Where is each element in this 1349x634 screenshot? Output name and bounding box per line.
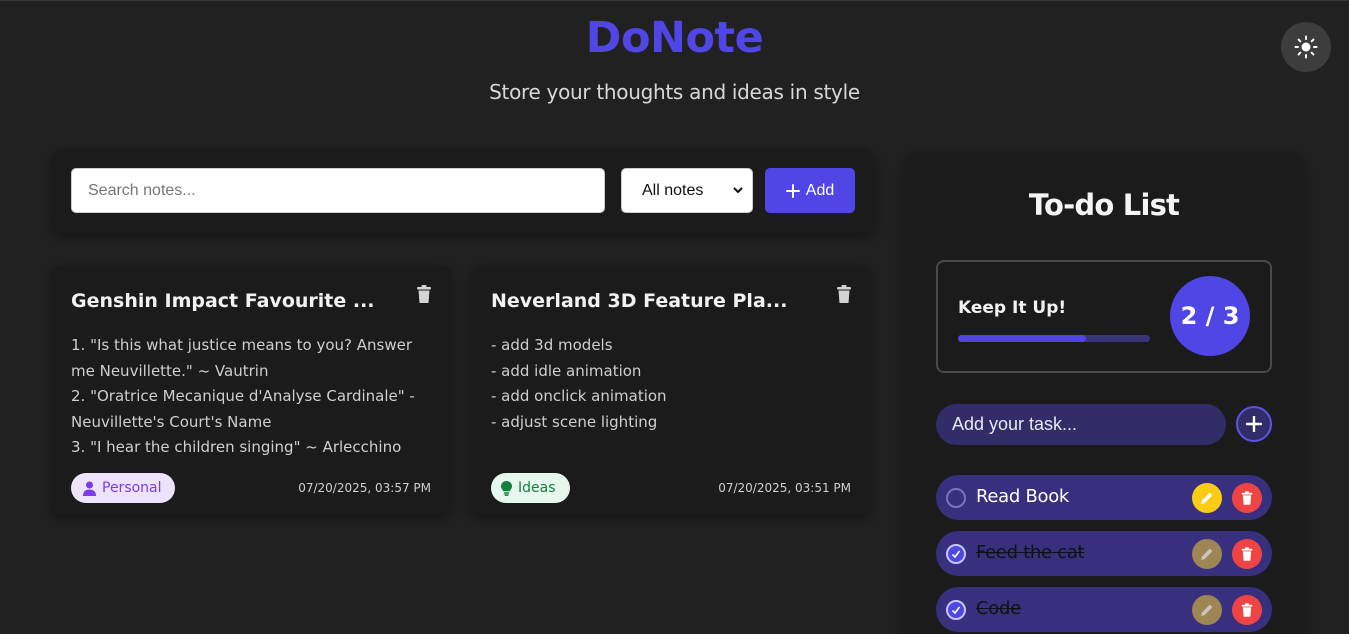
trash-icon[interactable] [416,285,432,303]
search-input[interactable] [71,168,605,213]
note-title: Genshin Impact Favourite ... [71,290,375,312]
note-line: 2. "Oratrice Mecanique d'Analyse Cardina… [71,387,415,405]
todo-title: To-do List [1028,188,1180,222]
note-date: 07/20/2025, 03:51 PM [718,481,851,495]
delete-task-button[interactable] [1232,595,1262,625]
note-body: - add 3d models - add idle animation - a… [491,333,853,435]
note-line: Neuvillette's Court's Name [71,412,272,431]
task-text: Feed the cat [976,542,1085,563]
progress-bar [958,335,1150,342]
edit-task-button[interactable] [1192,595,1222,625]
task-text: Read Book [976,486,1070,507]
filter-selected-value: All notes [642,181,704,199]
edit-task-button[interactable] [1192,483,1222,513]
theme-toggle-button[interactable] [1281,22,1331,72]
plus-icon [1246,416,1262,432]
task-checkbox[interactable] [946,544,966,564]
note-line: - add onclick animation [491,387,667,405]
note-tag-label: Ideas [518,480,556,496]
progress-count: 2 / 3 [1170,276,1250,356]
task-item: Feed the cat [936,531,1272,576]
check-icon [951,550,961,559]
trash-icon[interactable] [836,285,852,303]
trash-icon [1241,547,1253,561]
note-line: - add 3d models [491,336,613,354]
note-date: 07/20/2025, 03:57 PM [298,481,431,495]
pencil-icon [1201,492,1213,504]
chevron-down-icon [733,187,743,194]
add-task-button[interactable] [1236,406,1272,442]
progress-label: Keep It Up! [958,298,1067,318]
trash-icon [1241,603,1253,617]
lightbulb-icon [501,480,512,496]
note-line: - adjust scene lighting [491,412,658,431]
add-note-button[interactable]: Add [765,168,855,213]
note-line: - add idle animation [491,361,642,380]
sun-icon [1294,35,1318,59]
edit-task-button[interactable] [1192,539,1222,569]
task-item: Code [936,587,1272,632]
task-item: Read Book [936,475,1272,520]
note-title: Neverland 3D Feature Pla... [491,290,788,312]
add-note-label: Add [805,181,835,199]
note-body: 1. "Is this what justice means to you? A… [71,333,433,461]
delete-task-button[interactable] [1232,483,1262,513]
task-checkbox[interactable] [946,488,966,508]
note-tag-ideas: Ideas [491,473,570,503]
user-icon [83,481,96,496]
task-input[interactable] [936,404,1226,445]
progress-card: Keep It Up! 2 / 3 [936,260,1272,373]
app-title: DoNote [585,13,764,63]
task-checkbox[interactable] [946,600,966,620]
plus-icon [785,183,800,198]
delete-task-button[interactable] [1232,539,1262,569]
task-text: Code [976,598,1021,619]
todo-panel: To-do List Keep It Up! 2 / 3 Read Book [904,152,1304,634]
note-line: me Neuvillette." ~ Vautrin [71,361,269,380]
pencil-icon [1201,548,1213,560]
app-subtitle: Store your thoughts and ideas in style [489,80,860,104]
check-icon [951,606,961,615]
note-line: 1. "Is this what justice means to you? A… [71,336,413,354]
note-tag-personal: Personal [71,473,175,503]
note-tag-label: Personal [102,480,162,496]
notes-toolbar: All notes Add [51,149,875,233]
filter-select[interactable]: All notes [621,168,753,213]
progress-bar-fill [958,335,1087,342]
note-line: 3. "I hear the children singing" ~ Arlec… [71,438,402,456]
note-card[interactable]: Genshin Impact Favourite ... 1. "Is this… [51,265,451,515]
pencil-icon [1201,604,1213,616]
trash-icon [1241,491,1253,505]
note-card[interactable]: Neverland 3D Feature Pla... - add 3d mod… [471,265,871,515]
